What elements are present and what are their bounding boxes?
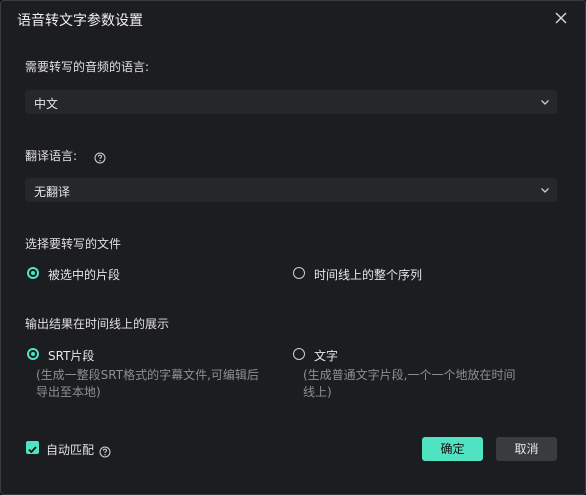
description-line: (生成一整段SRT格式的字幕文件,可编辑后 xyxy=(36,368,259,382)
chevron-down-icon xyxy=(541,100,549,105)
translate-language-select[interactable]: 无翻译 xyxy=(25,178,557,202)
help-icon[interactable] xyxy=(94,149,106,164)
text-clip-description: (生成普通文字片段,一个一个地放在时间 线上) xyxy=(303,367,516,401)
radio-indicator xyxy=(293,267,305,279)
file-selection-label: 选择要转写的文件 xyxy=(25,237,122,251)
description-line: 线上) xyxy=(303,385,332,399)
chevron-down-icon xyxy=(541,188,549,193)
description-line: (生成普通文字片段,一个一个地放在时间 xyxy=(303,368,516,382)
source-language-value: 中文 xyxy=(34,97,59,111)
auto-match-label: 自动匹配 xyxy=(46,443,95,457)
radio-label: 被选中的片段 xyxy=(48,268,121,282)
srt-clip-description: (生成一整段SRT格式的字幕文件,可编辑后 导出至本地) xyxy=(36,367,259,401)
help-icon[interactable] xyxy=(99,443,111,458)
auto-match-checkbox[interactable] xyxy=(26,441,39,454)
dialog-title: 语音转文字参数设置 xyxy=(17,13,143,29)
description-line: 导出至本地) xyxy=(36,385,101,399)
close-icon[interactable] xyxy=(552,9,570,27)
radio-indicator xyxy=(27,348,39,360)
translate-language-label: 翻译语言: xyxy=(25,149,78,163)
speech-to-text-settings-dialog: 语音转文字参数设置 需要转写的音频的语言: 中文 翻译语言: 无翻译 选择要转写… xyxy=(0,0,586,495)
radio-label: SRT片段 xyxy=(48,349,95,363)
radio-label: 时间线上的整个序列 xyxy=(314,268,423,282)
translate-language-value: 无翻译 xyxy=(34,185,71,199)
output-display-label: 输出结果在时间线上的展示 xyxy=(25,317,170,331)
radio-indicator xyxy=(27,267,39,279)
checkmark-icon xyxy=(28,446,37,454)
source-language-label: 需要转写的音频的语言: xyxy=(25,60,150,74)
source-language-select[interactable]: 中文 xyxy=(25,90,557,114)
cancel-button[interactable]: 取消 xyxy=(496,437,557,461)
radio-label: 文字 xyxy=(314,349,339,363)
radio-indicator xyxy=(293,348,305,360)
ok-button[interactable]: 确定 xyxy=(422,437,483,461)
